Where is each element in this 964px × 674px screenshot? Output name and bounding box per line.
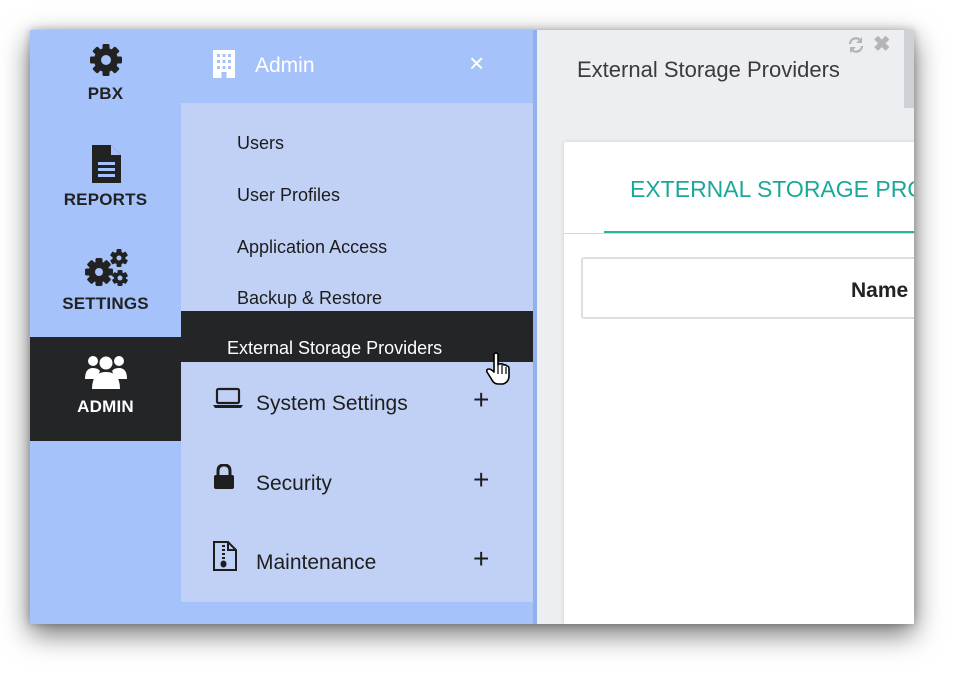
- nav-settings[interactable]: SETTINGS: [30, 238, 181, 342]
- nav-reports-label: REPORTS: [63, 190, 148, 209]
- menu-group-security[interactable]: Security +: [181, 460, 533, 510]
- gears-icon: [84, 249, 128, 286]
- nav-settings-label: SETTINGS: [62, 294, 149, 313]
- column-header-name[interactable]: Name: [851, 279, 908, 303]
- submenu-users[interactable]: Users: [237, 133, 284, 154]
- building-icon: [213, 50, 235, 78]
- expand-system-settings-button[interactable]: +: [473, 386, 489, 414]
- nav-pbx-label: PBX: [87, 84, 124, 103]
- app-window: PBX REPORTS SETTINGS ADMIN Admin × Users…: [30, 30, 914, 624]
- laptop-icon: [213, 387, 243, 408]
- table-header: Name: [581, 257, 914, 319]
- zip-file-icon: [213, 541, 237, 571]
- menu-group-maintenance[interactable]: Maintenance +: [181, 539, 533, 589]
- submenu-user-profiles[interactable]: User Profiles: [237, 185, 340, 206]
- tab-divider: [564, 233, 914, 234]
- page-title: External Storage Providers: [577, 57, 840, 82]
- gear-icon: [89, 44, 122, 76]
- submenu-backup-restore[interactable]: Backup & Restore: [237, 288, 382, 309]
- scrollbar[interactable]: [904, 30, 914, 108]
- expand-security-button[interactable]: +: [473, 466, 489, 494]
- hand-cursor-icon: [486, 352, 510, 385]
- refresh-icon[interactable]: [847, 36, 865, 54]
- nav-admin-label: ADMIN: [77, 397, 134, 416]
- menu-group-system-settings[interactable]: System Settings +: [181, 380, 533, 430]
- users-icon: [84, 356, 127, 389]
- admin-menu-header: Admin ×: [181, 30, 533, 103]
- nav-admin[interactable]: ADMIN: [30, 337, 181, 441]
- submenu-external-storage-label: External Storage Providers: [227, 338, 443, 358]
- storage-providers-card: EXTERNAL STORAGE PROVIDERS Name: [564, 142, 914, 624]
- admin-menu-title: Admin: [255, 54, 315, 77]
- admin-menu-panel: Admin × Users User Profiles Application …: [181, 30, 533, 602]
- security-label: Security: [256, 472, 332, 495]
- document-icon: [91, 145, 121, 183]
- active-tab-indicator: [604, 231, 914, 233]
- nav-reports[interactable]: REPORTS: [30, 134, 181, 238]
- close-menu-button[interactable]: ×: [469, 48, 484, 79]
- content-area: External Storage Providers ✖ EXTERNAL ST…: [537, 30, 914, 624]
- nav-pbx[interactable]: PBX: [30, 30, 181, 134]
- submenu-external-storage-providers[interactable]: External Storage Providers: [181, 311, 533, 362]
- close-icon[interactable]: ✖: [873, 32, 891, 57]
- lock-icon: [214, 464, 234, 489]
- submenu-application-access[interactable]: Application Access: [237, 237, 387, 258]
- system-settings-label: System Settings: [256, 392, 408, 415]
- main-nav-rail: PBX REPORTS SETTINGS ADMIN: [30, 30, 181, 624]
- tab-external-storage-providers[interactable]: EXTERNAL STORAGE PROVIDERS: [630, 176, 914, 203]
- expand-maintenance-button[interactable]: +: [473, 545, 489, 573]
- maintenance-label: Maintenance: [256, 551, 377, 574]
